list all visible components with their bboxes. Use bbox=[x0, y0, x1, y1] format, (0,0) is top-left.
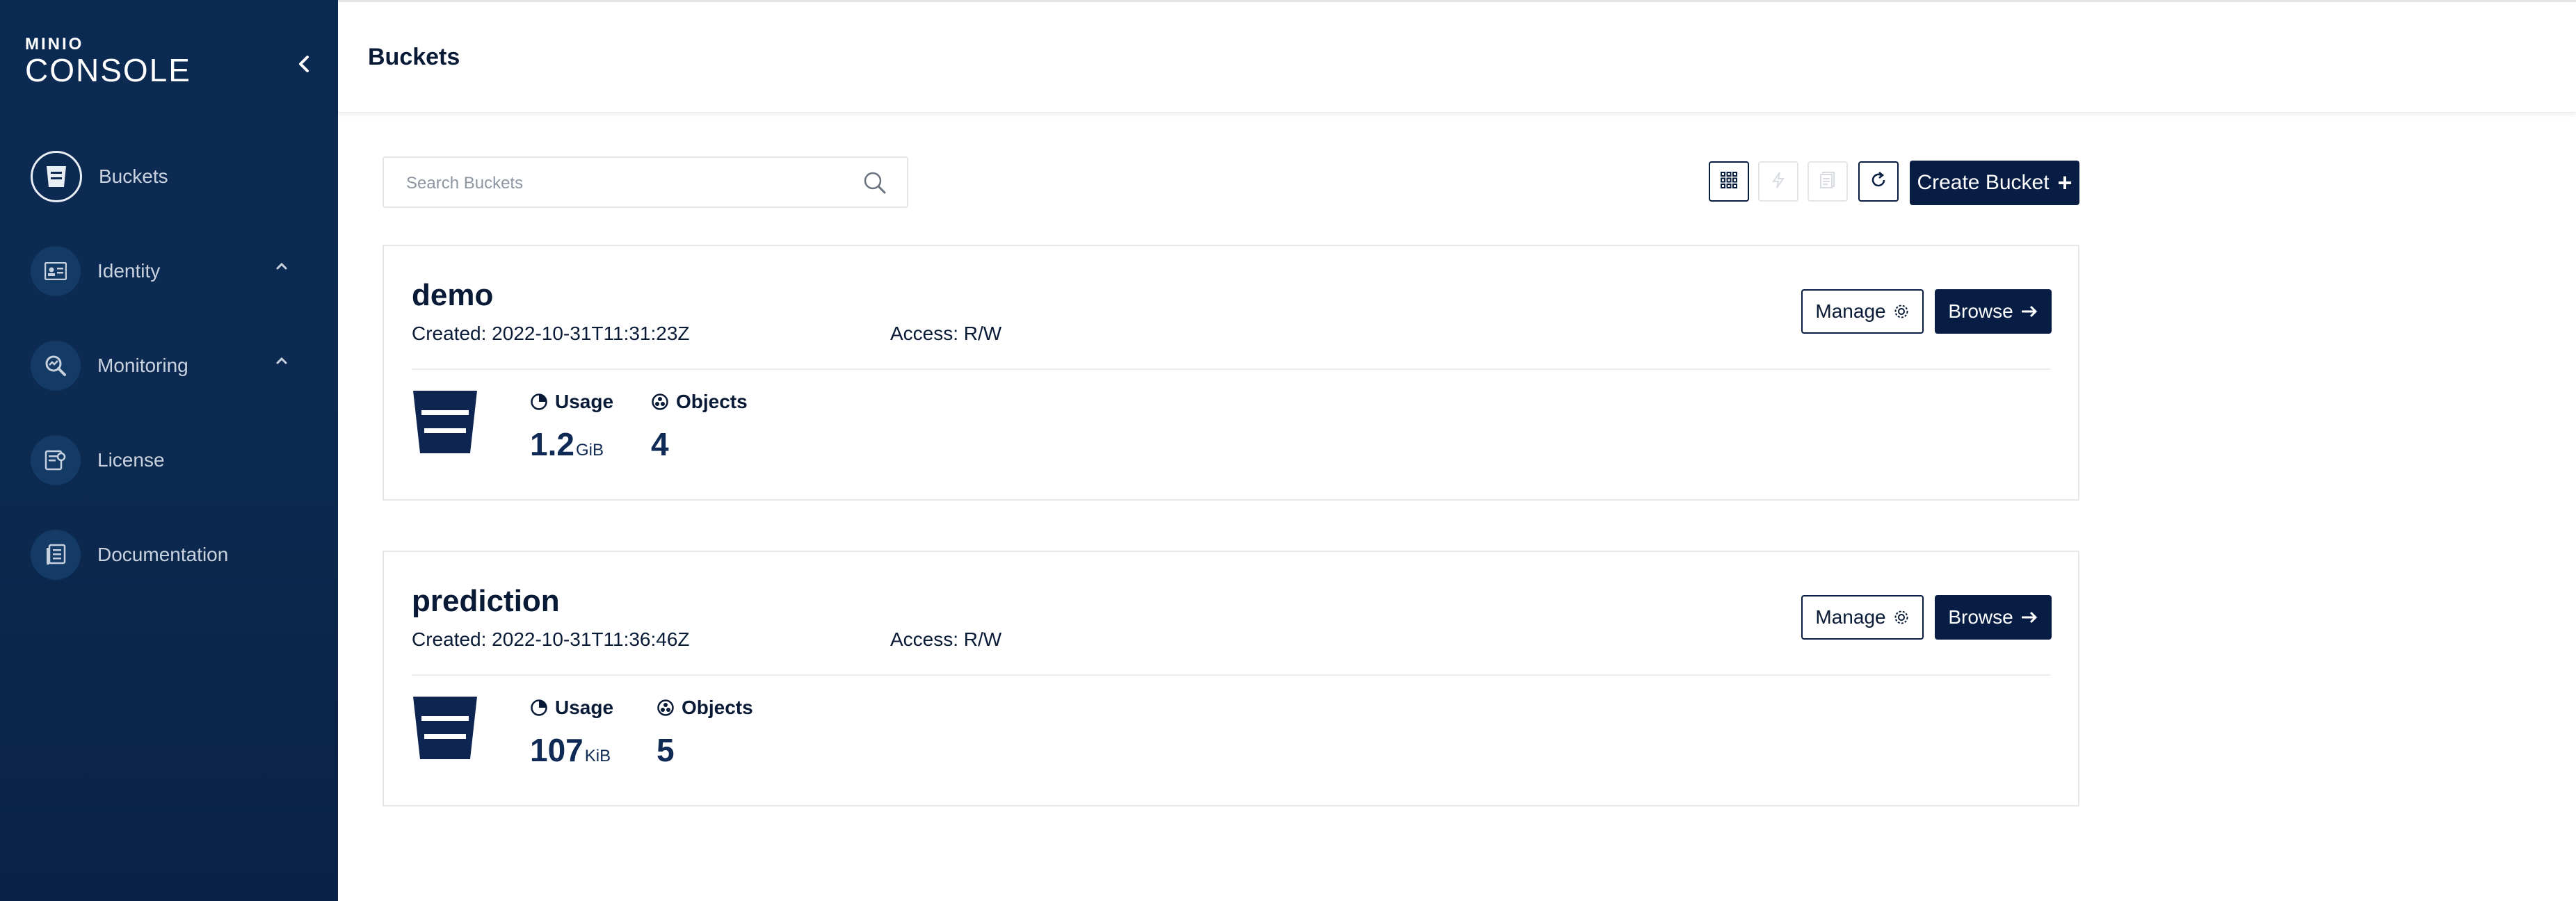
search-input[interactable] bbox=[405, 170, 839, 197]
bucket-card: prediction Created: 2022-10-31T11:36:46Z… bbox=[383, 551, 2079, 806]
bucket-card: demo Created: 2022-10-31T11:31:23Z Acces… bbox=[383, 245, 2079, 501]
usage-value: 107 bbox=[530, 732, 583, 768]
refresh-button[interactable] bbox=[1858, 161, 1899, 202]
sidebar-item-monitoring[interactable]: Monitoring bbox=[31, 338, 316, 393]
usage-value: 1.2 bbox=[530, 426, 574, 462]
manage-button[interactable]: Manage bbox=[1801, 595, 1924, 640]
usage-unit: GiB bbox=[575, 441, 604, 460]
card-divider bbox=[412, 368, 2050, 370]
create-bucket-label: Create Bucket bbox=[1917, 171, 2050, 194]
bucket-created: Created: 2022-10-31T11:31:23Z bbox=[412, 323, 690, 344]
bucket-created: Created: 2022-10-31T11:36:46Z bbox=[412, 628, 690, 650]
browse-label: Browse bbox=[1948, 606, 2013, 628]
usage-metric: Usage 1.2GiB bbox=[530, 391, 613, 463]
logo-small-text: MINIO bbox=[25, 35, 84, 54]
manage-label: Manage bbox=[1815, 606, 1886, 628]
manage-label: Manage bbox=[1815, 300, 1886, 322]
chevron-up-icon[interactable] bbox=[275, 261, 288, 274]
documents-icon bbox=[1819, 171, 1836, 193]
license-icon bbox=[31, 435, 81, 485]
sidebar-item-buckets[interactable]: Buckets bbox=[31, 149, 316, 204]
documentation-icon bbox=[31, 530, 81, 580]
sidebar-item-label: Identity bbox=[97, 260, 161, 282]
id-card-icon bbox=[31, 246, 81, 296]
bucket-icon bbox=[412, 695, 478, 765]
monitoring-icon bbox=[31, 341, 81, 391]
objects-value: 4 bbox=[651, 426, 669, 462]
usage-label: Usage bbox=[555, 391, 614, 412]
arrow-right-icon bbox=[2021, 611, 2037, 624]
lightning-icon bbox=[1771, 171, 1786, 193]
objects-label: Objects bbox=[682, 697, 753, 718]
usage-unit: KiB bbox=[584, 747, 611, 765]
objects-value: 5 bbox=[657, 732, 675, 768]
collapse-sidebar-icon[interactable] bbox=[295, 53, 314, 75]
sidebar-item-label: Buckets bbox=[99, 165, 168, 187]
usage-metric: Usage 107KiB bbox=[530, 697, 613, 769]
sidebar: MINIO CONSOLE Buckets Identity Monitorin… bbox=[0, 0, 338, 901]
browse-button[interactable]: Browse bbox=[1935, 595, 2052, 640]
usage-label: Usage bbox=[555, 697, 614, 718]
sidebar-item-license[interactable]: License bbox=[31, 432, 316, 488]
bucket-icon bbox=[31, 151, 82, 202]
search-box[interactable] bbox=[383, 156, 908, 208]
chevron-up-icon[interactable] bbox=[275, 356, 288, 368]
search-icon[interactable] bbox=[862, 170, 887, 199]
replication-button[interactable] bbox=[1808, 161, 1848, 202]
logo-big-text: CONSOLE bbox=[25, 52, 191, 88]
create-bucket-button[interactable]: Create Bucket + bbox=[1910, 161, 2079, 205]
bucket-name[interactable]: prediction bbox=[412, 584, 560, 619]
bucket-access: Access: R/W bbox=[890, 628, 1002, 650]
objects-icon bbox=[657, 699, 674, 716]
plus-icon: + bbox=[2057, 168, 2072, 197]
card-divider bbox=[412, 674, 2050, 676]
objects-label: Objects bbox=[676, 391, 748, 412]
gear-icon bbox=[1894, 610, 1908, 624]
manage-button[interactable]: Manage bbox=[1801, 289, 1924, 334]
sidebar-item-label: License bbox=[97, 449, 165, 471]
grid-view-button[interactable] bbox=[1709, 161, 1749, 202]
sidebar-item-documentation[interactable]: Documentation bbox=[31, 527, 316, 583]
browse-button[interactable]: Browse bbox=[1935, 289, 2052, 334]
browse-label: Browse bbox=[1948, 300, 2013, 322]
refresh-icon bbox=[1869, 171, 1887, 193]
page-header: Buckets bbox=[338, 2, 2576, 113]
bucket-icon bbox=[412, 389, 478, 460]
sidebar-item-identity[interactable]: Identity bbox=[31, 243, 316, 299]
pie-chart-icon bbox=[531, 393, 547, 410]
sidebar-item-label: Documentation bbox=[97, 544, 229, 565]
gear-icon bbox=[1894, 305, 1908, 318]
lifecycle-button[interactable] bbox=[1758, 161, 1798, 202]
minio-console-logo[interactable]: MINIO CONSOLE bbox=[25, 35, 191, 88]
objects-icon bbox=[652, 393, 668, 410]
bucket-name[interactable]: demo bbox=[412, 278, 493, 313]
objects-metric: Objects 4 bbox=[651, 391, 748, 463]
bucket-access: Access: R/W bbox=[890, 323, 1002, 344]
pie-chart-icon bbox=[531, 699, 547, 716]
arrow-right-icon bbox=[2021, 305, 2037, 318]
grid-icon bbox=[1720, 171, 1738, 193]
page-title: Buckets bbox=[368, 44, 460, 70]
sidebar-item-label: Monitoring bbox=[97, 355, 188, 376]
objects-metric: Objects 5 bbox=[657, 697, 753, 769]
